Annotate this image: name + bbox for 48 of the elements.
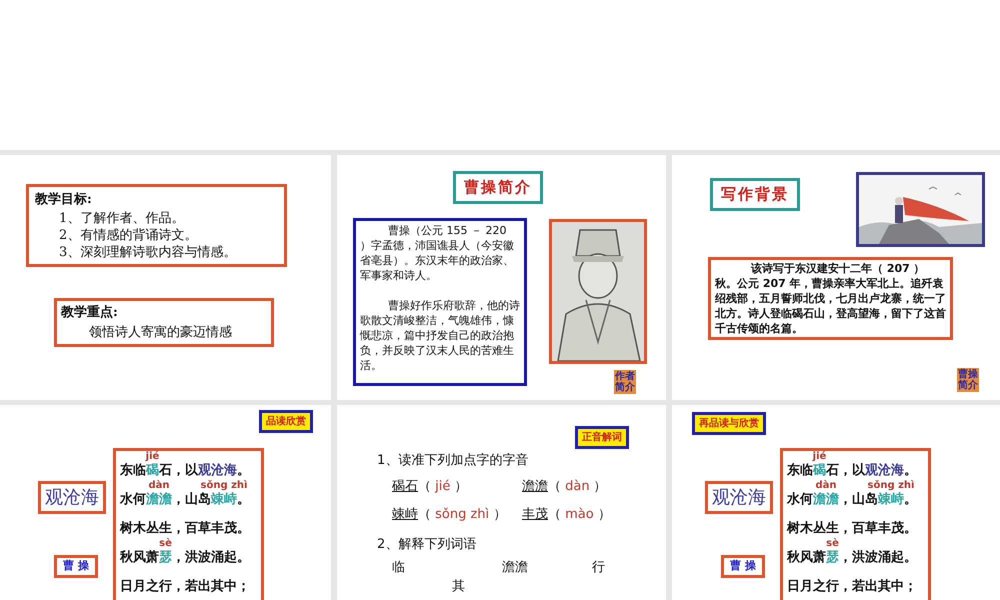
pinyin-label: jié [812, 451, 826, 462]
pinyin-label: sè [826, 538, 839, 549]
slide-title: 曹操简介 [453, 171, 543, 204]
pinyin-label: jié [146, 451, 160, 462]
poem-line: 树木丛生，百草丰茂。 [787, 520, 918, 538]
poem-line: 东临碣石，以观沧海。 [120, 462, 251, 480]
pinyin-item: 碣石（ jié ） [392, 478, 468, 496]
goal-item: 1、了解作者、作品。 [58, 210, 186, 226]
poem-title: 观沧海 [38, 481, 106, 514]
slide-tag: 再品读与欣赏 [692, 412, 766, 435]
poem-line: 树木丛生，百草丰茂。 [120, 520, 251, 538]
pinyin-label: sǒng zhì [868, 480, 914, 491]
pinyin-item: 澹澹（ dàn ） [522, 478, 607, 496]
paragraph: 该诗写于东汉建安十二年（ 207 ）秋。公元 207 年，曹操亲率大军北上。追歼袁绍残部，五月誓师北伐，七月出卢龙寨，统一了北方。诗人登临碣石山，登高望海，留下了这首千古传颂的名篇。 [715, 261, 946, 336]
goal-item: 3、深刻理解诗歌内容与情感。 [58, 244, 238, 260]
paragraph: 曹操好作乐府歌辞，他的诗歌散文清峻整洁，气魄雄伟，慷慨悲凉，篇中抒发自己的政治抱负，并反映了汉末人民的苦难生活。 [360, 298, 520, 373]
slide-title: 写作背景 [710, 178, 800, 210]
nav-button[interactable]: 曹操简介 [957, 368, 979, 392]
poem-line: 秋风萧瑟，洪波涌起。 [787, 549, 918, 567]
nav-button[interactable]: 作者简介 [614, 370, 636, 394]
author-label: 曹 操 [54, 555, 98, 578]
poem-line: 秋风萧瑟，洪波涌起。 [120, 549, 251, 567]
exercise-heading: 2、解释下列词语 [377, 536, 476, 554]
vocabulary-word: 澹澹 [502, 559, 528, 577]
box-heading: 教学重点: [61, 304, 119, 322]
poem-line: 水何澹澹，山岛竦峙。 [787, 491, 918, 509]
paragraph: 曹操（公元 155 － 220 ）字孟德，沛国谯县人（今安徽省亳县）。东汉末年的政治家、军事家和诗人。 [360, 223, 515, 283]
pinyin-item: 丰茂（ mào ） [522, 506, 611, 524]
poem-title: 观沧海 [705, 481, 773, 514]
author-label: 曹 操 [721, 555, 765, 578]
pinyin-label: dàn [148, 480, 170, 491]
pinyin-label: dàn [815, 480, 837, 491]
poem-line: 日月之行，若出其中； [787, 578, 918, 596]
poem-line: 东临碣石，以观沧海。 [787, 462, 918, 480]
poem-line: 水何澹澹，山岛竦峙。 [120, 491, 251, 509]
vocabulary-word: 行 [592, 559, 605, 577]
exercise-heading: 1、读准下列加点字的字音 [377, 452, 528, 470]
slide-tag: 品读欣赏 [259, 410, 313, 433]
pinyin-label: sǒng zhì [200, 480, 248, 491]
focus-text: 领悟诗人寄寓的豪迈情感 [88, 324, 233, 342]
slide-tag: 正音解词 [575, 426, 629, 449]
vocabulary-word: 其 [452, 578, 465, 596]
poem-line: 日月之行，若出其中； [120, 578, 251, 596]
box-heading: 教学目标: [35, 191, 93, 209]
pinyin-item: 竦峙（ sǒng zhì ） [392, 506, 506, 524]
vocabulary-word: 临 [392, 559, 405, 577]
goal-item: 2、有情感的背诵诗文。 [58, 226, 198, 244]
pinyin-label: sè [159, 538, 172, 549]
